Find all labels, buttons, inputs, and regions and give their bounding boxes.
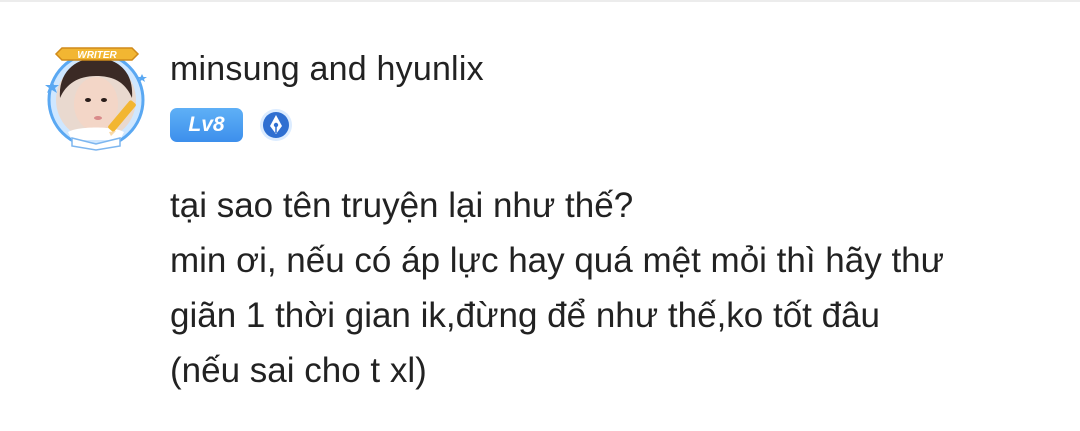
comment-line: min ơi, nếu có áp lực hay quá mệt mỏi th… (170, 241, 945, 280)
avatar[interactable]: WRITER (38, 40, 156, 152)
pen-nib-icon (259, 108, 293, 142)
level-badge: Lv8 (170, 108, 243, 142)
comment-line: giãn 1 thời gian ik,đừng để như thế,ko t… (170, 296, 881, 335)
comment-line: (nếu sai cho t xl) (170, 351, 427, 390)
avatar-frame-label: WRITER (77, 50, 117, 61)
username[interactable]: minsung and hyunlix (170, 50, 484, 89)
comment-body: tại sao tên truyện lại như thế? min ơi, … (170, 178, 1050, 398)
user-badges: Lv8 (170, 108, 293, 142)
comment-card: WRITER minsung and hyunlix Lv8 tại sao t… (0, 0, 1080, 431)
comment-line: tại sao tên truyện lại như thế? (170, 186, 634, 225)
avatar-image: WRITER (45, 47, 147, 151)
